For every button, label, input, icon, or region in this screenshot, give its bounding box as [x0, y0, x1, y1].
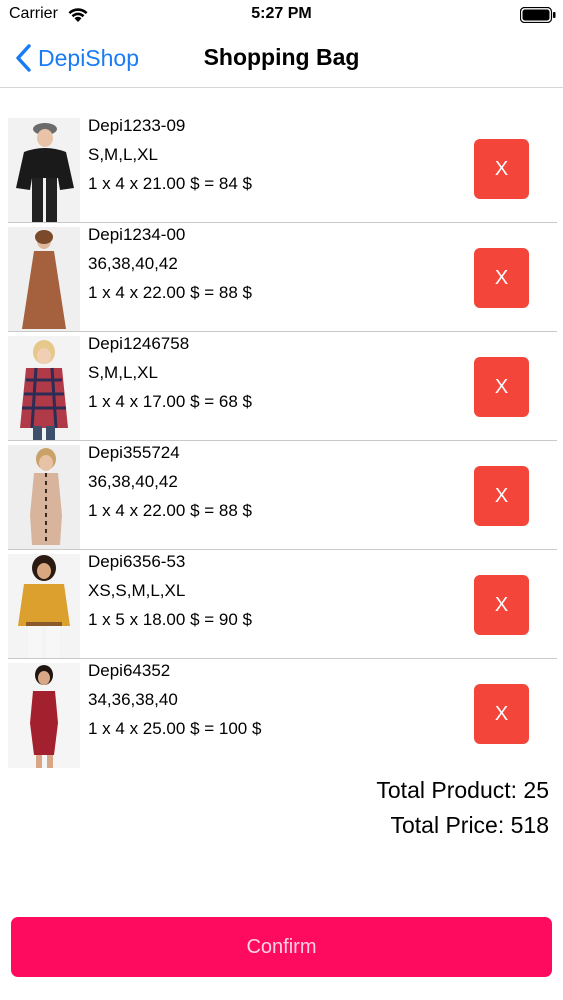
woman-plaid-shirt-photo — [8, 336, 80, 441]
product-row: Depi1234-00 36,38,40,42 1 x 4 x 22.00 $ … — [0, 223, 563, 332]
woman-mustard-blouse-photo — [8, 554, 80, 659]
product-row: Depi355724 36,38,40,42 1 x 4 x 22.00 $ =… — [0, 441, 563, 550]
status-bar: Carrier 5:27 PM — [0, 0, 563, 30]
product-price-calc: 1 x 5 x 18.00 $ = 90 $ — [88, 610, 252, 629]
product-code: Depi1233-09 — [88, 116, 186, 135]
product-image — [8, 554, 80, 659]
remove-item-button[interactable]: X — [474, 575, 529, 635]
total-price-label: Total Price: 518 — [390, 812, 549, 838]
product-row: Depi64352 34,36,38,40 1 x 4 x 25.00 $ = … — [0, 659, 563, 768]
product-code: Depi1234-00 — [88, 225, 186, 244]
remove-item-button[interactable]: X — [474, 466, 529, 526]
product-sizes: S,M,L,XL — [88, 363, 158, 382]
product-row: Depi1246758 S,M,L,XL 1 x 4 x 17.00 $ = 6… — [0, 332, 563, 441]
product-price-calc: 1 x 4 x 17.00 $ = 68 $ — [88, 392, 252, 411]
product-price-calc: 1 x 4 x 25.00 $ = 100 $ — [88, 719, 262, 738]
woman-red-dress-photo — [8, 663, 80, 768]
woman-black-blouse-photo — [8, 118, 80, 223]
product-sizes: 36,38,40,42 — [88, 254, 178, 273]
page-title: Shopping Bag — [203, 44, 360, 70]
remove-item-button[interactable]: X — [474, 139, 529, 199]
product-image — [8, 118, 80, 223]
navigation-bar: DepiShop Shopping Bag — [0, 30, 563, 88]
total-product-label: Total Product: 25 — [376, 777, 549, 803]
product-sizes: S,M,L,XL — [88, 145, 158, 164]
product-list: Depi1233-09 S,M,L,XL 1 x 4 x 21.00 $ = 8… — [0, 114, 563, 768]
product-sizes: 34,36,38,40 — [88, 690, 178, 709]
product-image — [8, 336, 80, 441]
woman-brown-maxi-dress-photo — [8, 227, 80, 332]
product-image — [8, 445, 80, 550]
status-time: 5:27 PM — [251, 5, 312, 22]
product-image — [8, 663, 80, 768]
order-totals: Total Product: 25 Total Price: 518 — [376, 775, 549, 840]
product-code: Depi64352 — [88, 661, 171, 680]
product-image — [8, 227, 80, 332]
battery-icon — [520, 7, 556, 23]
remove-item-button[interactable]: X — [474, 684, 529, 744]
woman-beige-dress-photo — [8, 445, 80, 550]
product-sizes: XS,S,M,L,XL — [88, 581, 186, 600]
product-sizes: 36,38,40,42 — [88, 472, 178, 491]
confirm-button[interactable]: Confirm — [11, 917, 552, 977]
remove-item-button[interactable]: X — [474, 248, 529, 308]
product-row: Depi6356-53 XS,S,M,L,XL 1 x 5 x 18.00 $ … — [0, 550, 563, 659]
product-price-calc: 1 x 4 x 22.00 $ = 88 $ — [88, 283, 252, 302]
product-price-calc: 1 x 4 x 21.00 $ = 84 $ — [88, 174, 252, 193]
product-code: Depi355724 — [88, 443, 180, 462]
product-code: Depi1246758 — [88, 334, 190, 353]
product-row: Depi1233-09 S,M,L,XL 1 x 4 x 21.00 $ = 8… — [0, 114, 563, 223]
product-price-calc: 1 x 4 x 22.00 $ = 88 $ — [88, 501, 252, 520]
remove-item-button[interactable]: X — [474, 357, 529, 417]
product-code: Depi6356-53 — [88, 552, 186, 571]
